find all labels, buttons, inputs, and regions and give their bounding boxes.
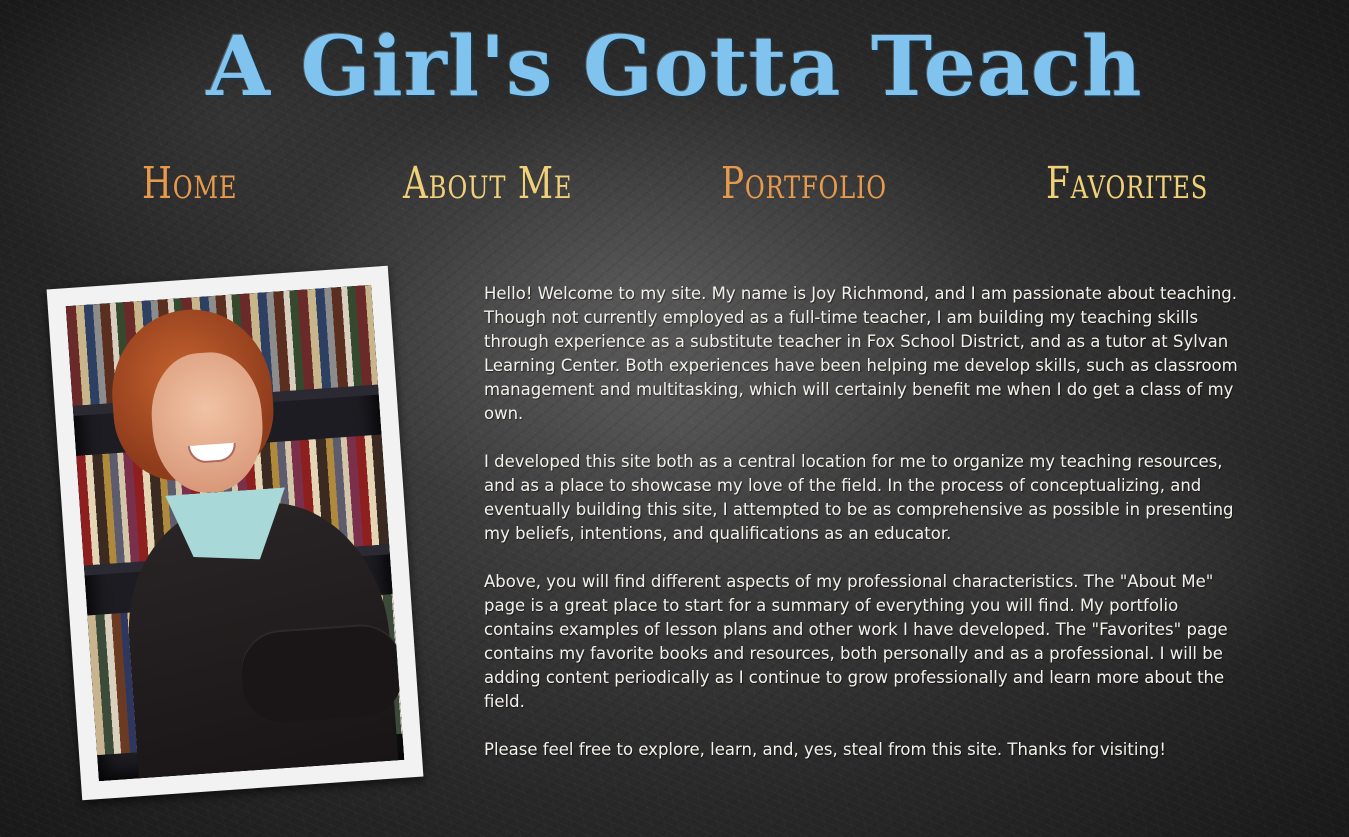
nav-favorites-link[interactable]: Favorites [1046, 158, 1208, 211]
nav-about-link[interactable]: About Me [403, 158, 572, 211]
intro-paragraph-1: Hello! Welcome to my site. My name is Jo… [484, 284, 1238, 423]
intro-text: Hello! Welcome to my site. My name is Jo… [484, 282, 1244, 786]
intro-paragraph-3: Above, you will find different aspects o… [484, 572, 1228, 711]
intro-paragraph-4: Please feel free to explore, learn, and,… [484, 740, 1166, 759]
intro-paragraph-2: I developed this site both as a central … [484, 452, 1234, 543]
nav-portfolio-link[interactable]: Portfolio [721, 158, 887, 211]
site-title: A Girl's Gotta Teach [206, 19, 1143, 115]
nav-home-link[interactable]: Home [142, 158, 237, 211]
portrait-arms [239, 623, 405, 725]
profile-photo [65, 284, 405, 782]
profile-photo-frame [46, 265, 424, 801]
